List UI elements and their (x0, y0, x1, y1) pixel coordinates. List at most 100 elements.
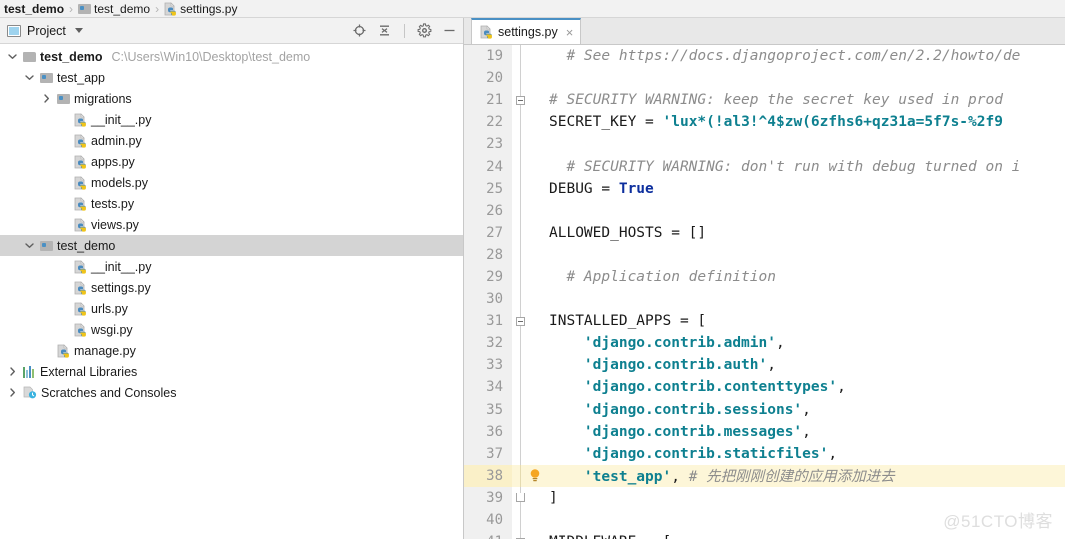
fold-gutter[interactable] (512, 531, 529, 539)
chevron-right-icon[interactable] (40, 92, 53, 105)
python-file-icon (74, 133, 87, 148)
chevron-down-icon[interactable] (74, 28, 83, 33)
breadcrumb: test_demo › test_demo › settings.py (0, 0, 1065, 18)
tree-item-label: test_app (57, 70, 105, 85)
breadcrumb-separator: › (69, 1, 74, 16)
locate-icon[interactable] (352, 23, 367, 38)
external-libraries-icon (23, 365, 36, 378)
code-line[interactable]: 32 'django.contrib.admin', (464, 332, 1065, 355)
tree-item-test-demo[interactable]: test_demo C:\Users\Win10\Desktop\test_dem… (0, 46, 463, 67)
code-line[interactable]: 29 # Application definition (464, 265, 1065, 289)
project-tree[interactable]: test_demo C:\Users\Win10\Desktop\test_dem… (0, 44, 463, 539)
tree-item-apps-py[interactable]: apps.py (0, 151, 463, 172)
code-token-def: , (802, 401, 811, 418)
code-token-cmt: # 先把刚刚创建的应用添加进去 (688, 469, 895, 486)
chevron-down-icon[interactable] (6, 50, 19, 63)
tree-item-wsgi-py[interactable]: wsgi.py (0, 319, 463, 340)
code-line[interactable]: 37 'django.contrib.staticfiles', (464, 442, 1065, 465)
code-line[interactable]: 20 (464, 67, 1065, 90)
tree-item-init-py[interactable]: __init__.py (0, 256, 463, 277)
tree-item-init-py[interactable]: __init__.py (0, 109, 463, 130)
close-icon[interactable]: × (566, 26, 574, 39)
code-token-def (549, 469, 584, 485)
fold-gutter[interactable] (512, 310, 529, 333)
code-text: # SECURITY WARNING: don't run with debug… (546, 159, 1020, 175)
code-line[interactable]: 38 'test_app', # 先把刚刚创建的应用添加进去 (464, 464, 1065, 487)
chevron-down-icon[interactable] (23, 239, 36, 252)
code-line[interactable]: 33 'django.contrib.auth', (464, 354, 1065, 377)
code-editor[interactable]: 19 # See https://docs.djangoproject.com/… (464, 45, 1065, 539)
tree-item-models-py[interactable]: models.py (0, 172, 463, 193)
fold-gutter[interactable] (512, 486, 529, 510)
code-text: 'django.contrib.contenttypes', (546, 379, 846, 395)
code-text: DEBUG = True (546, 181, 654, 197)
chevron-right-icon[interactable] (6, 365, 19, 378)
code-line[interactable]: 36 'django.contrib.messages', (464, 420, 1065, 443)
tree-item-test-demo[interactable]: test_demo (0, 235, 463, 256)
python-file-icon (74, 217, 87, 232)
line-number: 37 (464, 442, 512, 465)
python-file-icon (74, 280, 87, 295)
breadcrumb-item-module[interactable]: test_demo (78, 2, 150, 16)
tree-item-tests-py[interactable]: tests.py (0, 193, 463, 214)
breadcrumb-item-file[interactable]: settings.py (164, 2, 237, 16)
breadcrumb-label: test_demo (94, 1, 151, 16)
code-token-cmt: # Application definition (549, 268, 776, 285)
code-line[interactable]: 41 MIDDLEWARE = [ (464, 531, 1065, 539)
code-line[interactable]: 35 'django.contrib.sessions', (464, 398, 1065, 421)
tree-item-scratches-and-consoles[interactable]: Scratches and Consoles (0, 382, 463, 403)
code-token-str: 'django.contrib.sessions' (583, 401, 803, 418)
fold-collapse-icon[interactable] (516, 316, 525, 326)
fold-region-end-icon[interactable] (516, 493, 525, 503)
tree-item-manage-py[interactable]: manage.py (0, 340, 463, 361)
tree-item-admin-py[interactable]: admin.py (0, 130, 463, 151)
code-line[interactable]: 24 # SECURITY WARNING: don't run with de… (464, 155, 1065, 178)
folder-icon (23, 51, 36, 62)
collapse-all-icon[interactable] (377, 23, 392, 38)
line-number: 36 (464, 420, 512, 443)
code-token-str: 'django.contrib.contenttypes' (583, 379, 838, 396)
code-text: INSTALLED_APPS = [ (546, 313, 706, 329)
breadcrumb-label: test_demo (4, 1, 65, 16)
fold-gutter (512, 420, 529, 443)
code-line[interactable]: 19 # See https://docs.djangoproject.com/… (464, 45, 1065, 68)
chevron-down-icon[interactable] (23, 71, 36, 84)
code-line[interactable]: 27 ALLOWED_HOSTS = [] (464, 221, 1065, 244)
editor-tab-settings-py[interactable]: settings.py × (471, 18, 582, 44)
tree-item-settings-py[interactable]: settings.py (0, 277, 463, 298)
code-line[interactable]: 25 DEBUG = True (464, 177, 1065, 200)
code-line[interactable]: 26 (464, 199, 1065, 222)
tree-item-external-libraries[interactable]: External Libraries (0, 361, 463, 382)
tree-item-label: settings.py (91, 280, 151, 295)
code-line[interactable]: 34 'django.contrib.contenttypes', (464, 376, 1065, 399)
fold-collapse-icon[interactable] (516, 95, 525, 105)
code-line[interactable]: 31 INSTALLED_APPS = [ (464, 310, 1065, 333)
tree-item-views-py[interactable]: views.py (0, 214, 463, 235)
code-line[interactable]: 40 (464, 508, 1065, 532)
lightbulb-icon[interactable] (529, 468, 541, 483)
module-icon (78, 3, 92, 14)
chevron-right-icon[interactable] (6, 386, 19, 399)
code-line[interactable]: 28 (464, 243, 1065, 267)
code-line[interactable]: 39] (464, 486, 1065, 510)
code-line[interactable]: 21 # SECURITY WARNING: keep the secret ke… (464, 89, 1065, 112)
minimize-icon[interactable] (442, 23, 457, 38)
main-split: Project test_demo C:\Users\Win10\Desktop… (0, 18, 1065, 539)
project-tool-window-button[interactable]: Project (7, 24, 83, 38)
code-line[interactable]: 30 (464, 288, 1065, 311)
code-line[interactable]: 22 SECRET_KEY = 'lux*(!al3!^4$zw(6zfhs6+q… (464, 111, 1065, 134)
intention-gutter[interactable] (529, 468, 546, 483)
code-line[interactable]: 23 (464, 133, 1065, 156)
tree-item-urls-py[interactable]: urls.py (0, 298, 463, 319)
tree-item-test-app[interactable]: test_app (0, 67, 463, 88)
code-token-def: , (802, 423, 811, 440)
module-icon (40, 240, 53, 251)
tree-item-migrations[interactable]: migrations (0, 88, 463, 109)
project-panel: Project test_demo C:\Users\Win10\Desktop… (0, 18, 464, 539)
python-file-icon (74, 301, 87, 316)
fold-gutter (512, 332, 529, 355)
fold-gutter (512, 111, 529, 134)
gear-icon[interactable] (417, 23, 432, 38)
breadcrumb-item-project[interactable]: test_demo (4, 2, 64, 16)
fold-gutter[interactable] (512, 89, 529, 112)
